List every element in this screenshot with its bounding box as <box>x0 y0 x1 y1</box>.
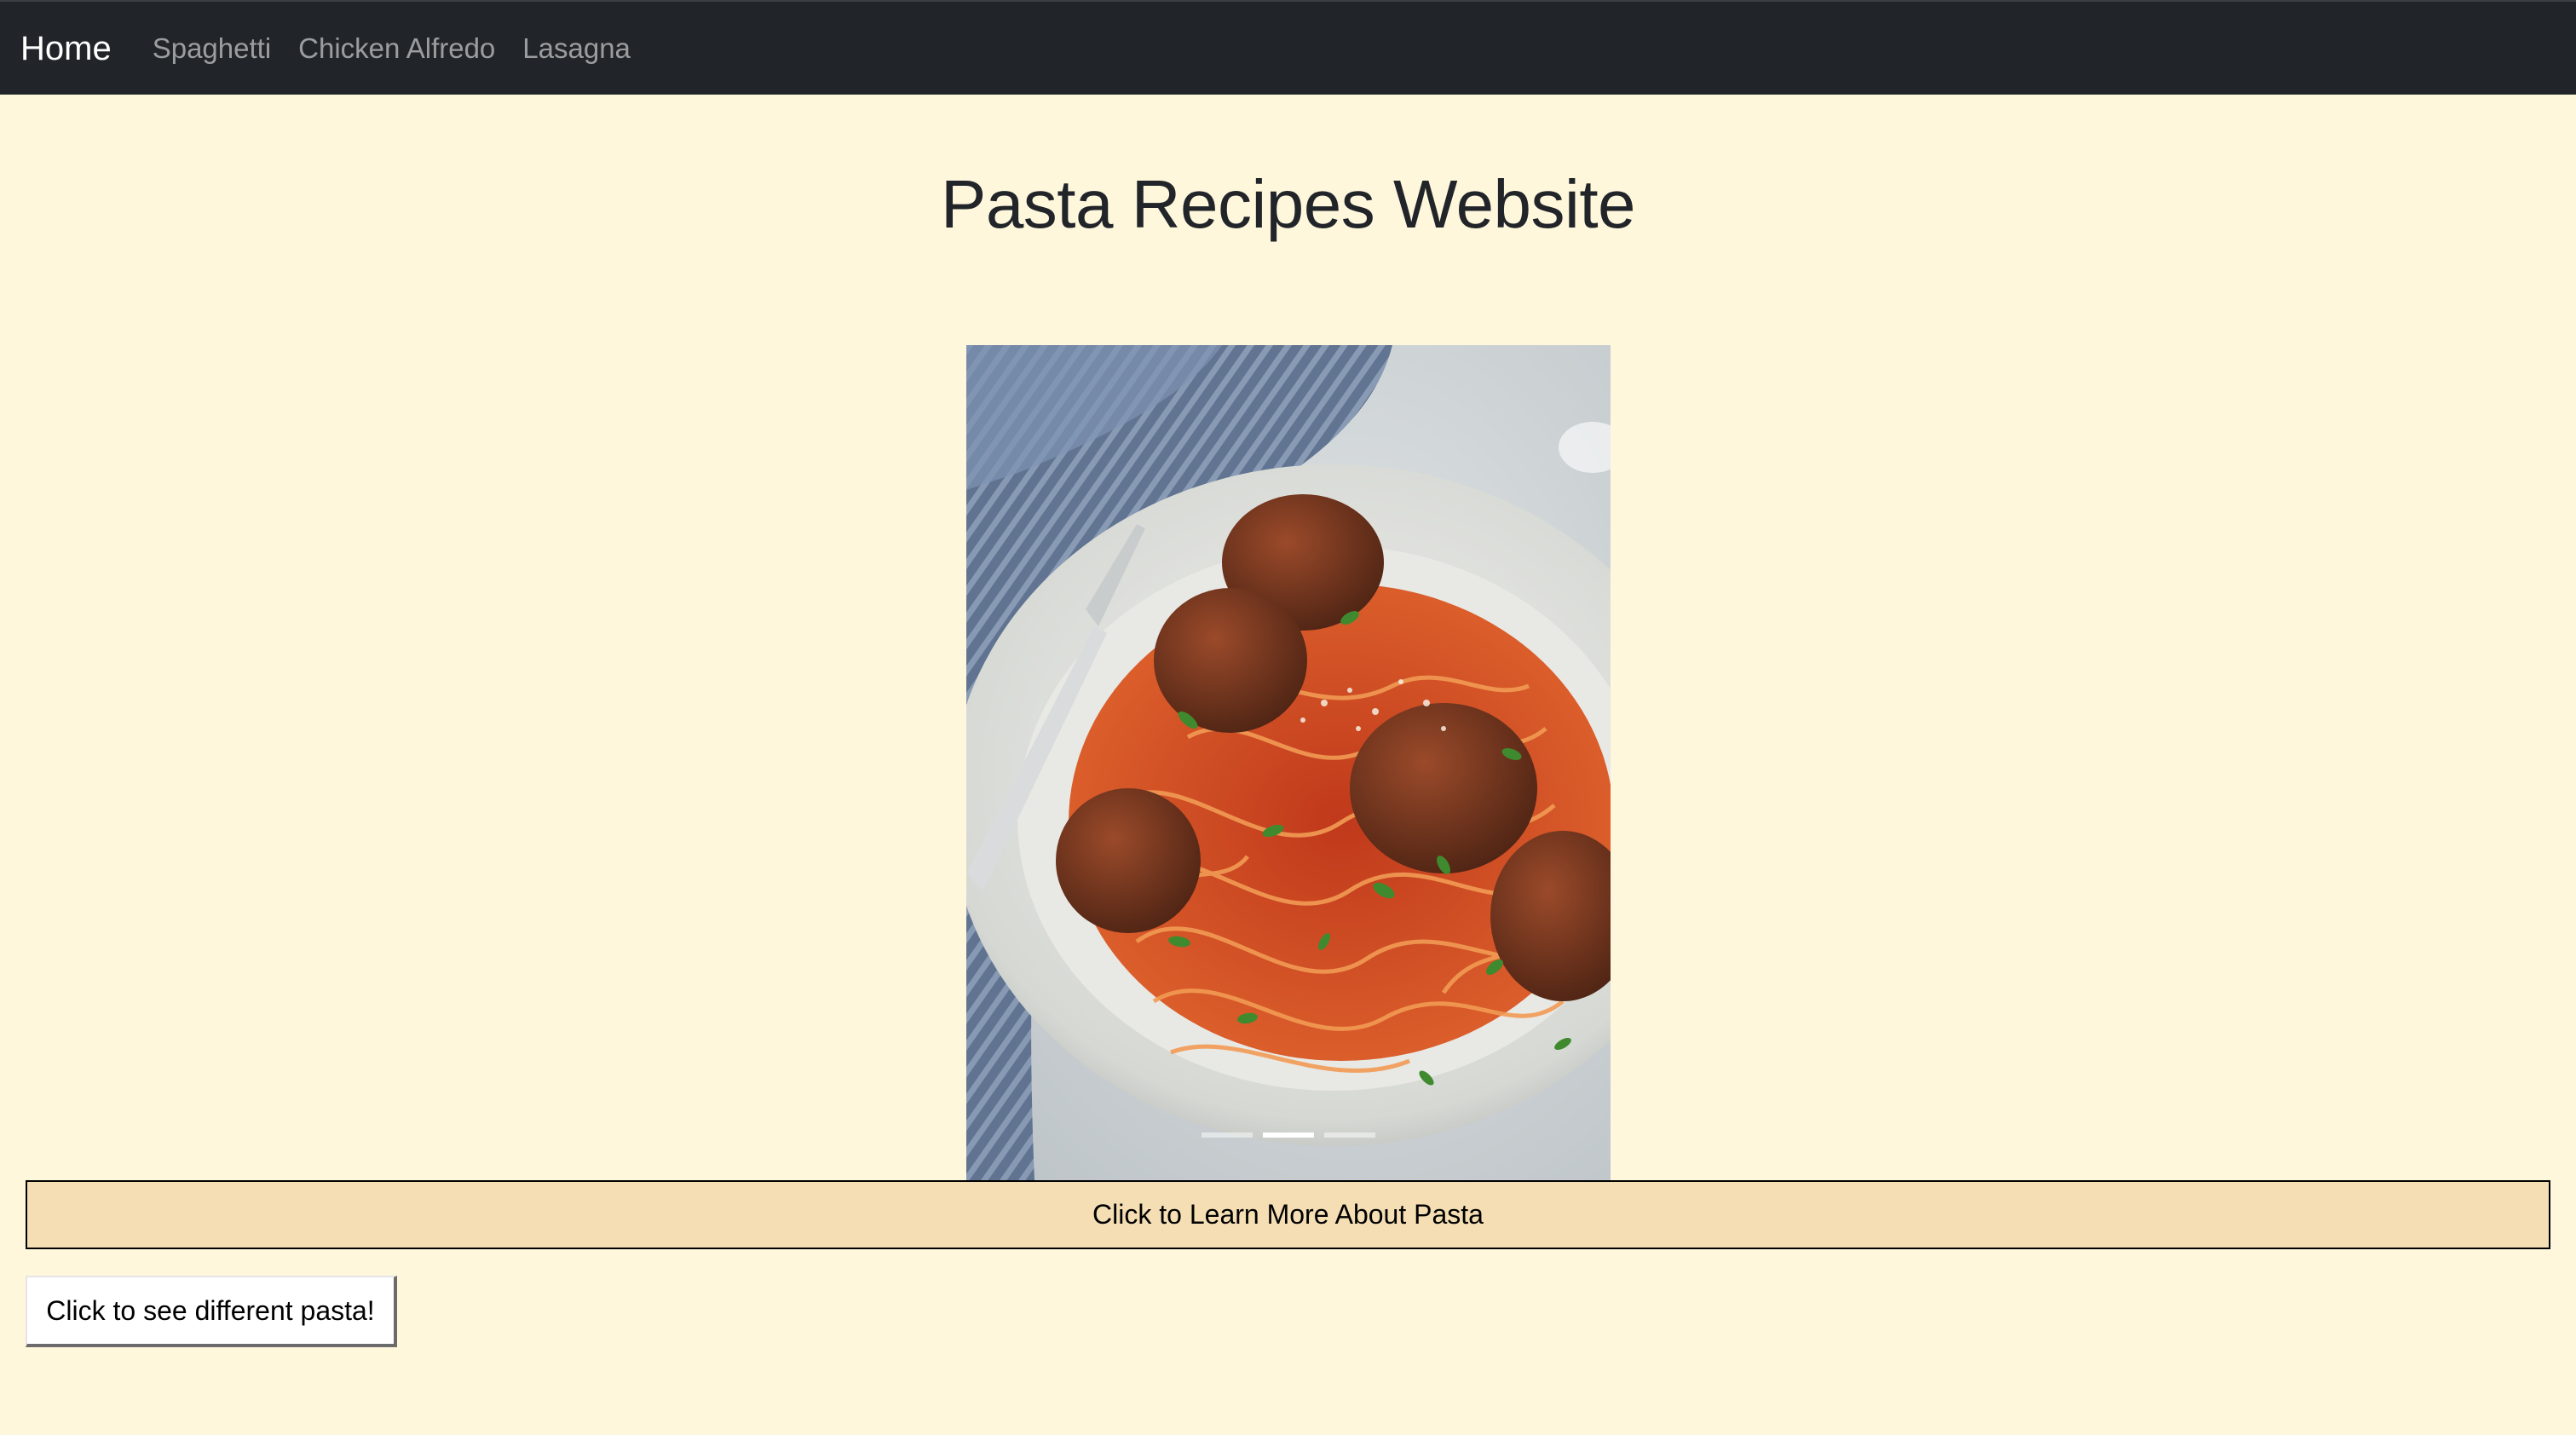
carousel-indicator-1[interactable] <box>1202 1132 1253 1138</box>
nav-link-spaghetti[interactable]: Spaghetti <box>153 34 271 62</box>
navbar: Home Spaghetti Chicken Alfredo Lasagna <box>0 0 2576 95</box>
carousel-indicator-3[interactable] <box>1324 1132 1375 1138</box>
different-pasta-button[interactable]: Click to see different pasta! <box>26 1276 397 1347</box>
pasta-carousel[interactable] <box>966 345 1611 1180</box>
carousel-indicator-2[interactable] <box>1263 1132 1314 1138</box>
learn-more-button[interactable]: Click to Learn More About Pasta <box>26 1180 2550 1249</box>
nav-link-chicken-alfredo[interactable]: Chicken Alfredo <box>298 34 495 62</box>
carousel-indicators <box>966 1132 1611 1138</box>
spaghetti-meatballs-image <box>966 345 1611 1180</box>
nav-link-lasagna[interactable]: Lasagna <box>522 34 631 62</box>
page-title: Pasta Recipes Website <box>940 166 1636 242</box>
nav-brand-home[interactable]: Home <box>20 32 112 66</box>
